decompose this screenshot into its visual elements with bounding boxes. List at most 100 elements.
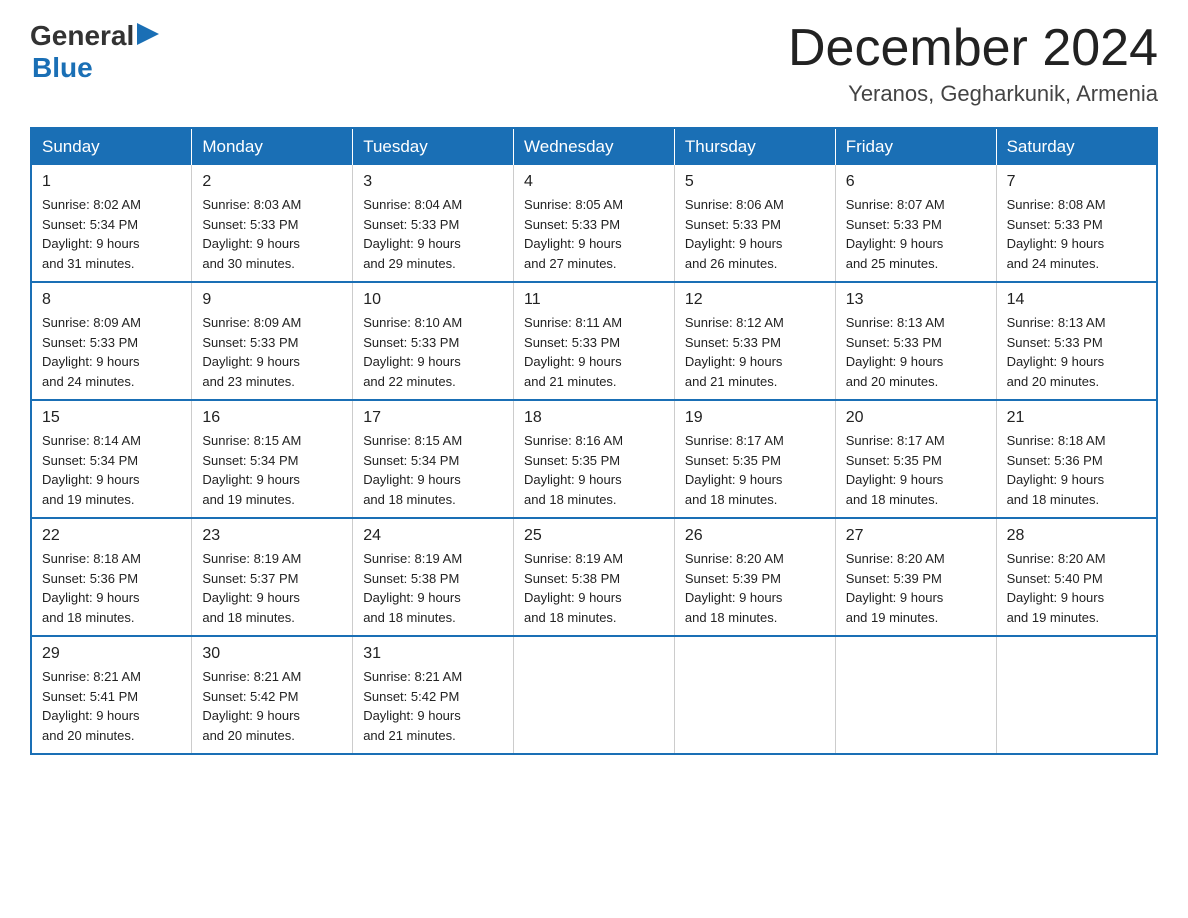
day-info: Sunrise: 8:13 AMSunset: 5:33 PMDaylight:… bbox=[846, 313, 986, 391]
calendar-cell: 1Sunrise: 8:02 AMSunset: 5:34 PMDaylight… bbox=[31, 165, 192, 282]
calendar-week-row: 8 Sunrise: 8:09 AMSunset: 5:33 PMDaylight… bbox=[31, 282, 1157, 400]
calendar-cell: 3 Sunrise: 8:04 AMSunset: 5:33 PMDaylight… bbox=[353, 165, 514, 282]
day-number: 6 bbox=[846, 173, 986, 191]
day-info: Sunrise: 8:04 AMSunset: 5:33 PMDaylight:… bbox=[363, 195, 503, 273]
header-saturday: Saturday bbox=[996, 128, 1157, 165]
calendar-cell bbox=[674, 636, 835, 754]
logo: General Blue bbox=[30, 20, 159, 84]
calendar-cell: 6 Sunrise: 8:07 AMSunset: 5:33 PMDaylight… bbox=[835, 165, 996, 282]
day-info: Sunrise: 8:09 AMSunset: 5:33 PMDaylight:… bbox=[42, 313, 181, 391]
day-info: Sunrise: 8:20 AMSunset: 5:39 PMDaylight:… bbox=[685, 549, 825, 627]
day-number: 29 bbox=[42, 645, 181, 663]
calendar-cell: 13 Sunrise: 8:13 AMSunset: 5:33 PMDayligh… bbox=[835, 282, 996, 400]
calendar-cell: 27Sunrise: 8:20 AMSunset: 5:39 PMDayligh… bbox=[835, 518, 996, 636]
day-info: Sunrise: 8:11 AMSunset: 5:33 PMDaylight:… bbox=[524, 313, 664, 391]
calendar-cell: 23 Sunrise: 8:19 AMSunset: 5:37 PMDayligh… bbox=[192, 518, 353, 636]
calendar-cell: 22 Sunrise: 8:18 AMSunset: 5:36 PMDayligh… bbox=[31, 518, 192, 636]
day-number: 22 bbox=[42, 527, 181, 545]
calendar-week-row: 29 Sunrise: 8:21 AMSunset: 5:41 PMDayligh… bbox=[31, 636, 1157, 754]
day-number: 3 bbox=[363, 173, 503, 191]
day-info: Sunrise: 8:21 AMSunset: 5:41 PMDaylight:… bbox=[42, 667, 181, 745]
day-info: Sunrise: 8:12 AMSunset: 5:33 PMDaylight:… bbox=[685, 313, 825, 391]
header-tuesday: Tuesday bbox=[353, 128, 514, 165]
calendar-cell: 14 Sunrise: 8:13 AMSunset: 5:33 PMDayligh… bbox=[996, 282, 1157, 400]
page-header: General Blue December 2024 Yeranos, Gegh… bbox=[30, 20, 1158, 107]
calendar-cell: 7 Sunrise: 8:08 AMSunset: 5:33 PMDaylight… bbox=[996, 165, 1157, 282]
day-info: Sunrise: 8:21 AMSunset: 5:42 PMDaylight:… bbox=[202, 667, 342, 745]
calendar-cell: 10 Sunrise: 8:10 AMSunset: 5:33 PMDayligh… bbox=[353, 282, 514, 400]
calendar-week-row: 15Sunrise: 8:14 AMSunset: 5:34 PMDayligh… bbox=[31, 400, 1157, 518]
header-friday: Friday bbox=[835, 128, 996, 165]
day-number: 17 bbox=[363, 409, 503, 427]
day-number: 15 bbox=[42, 409, 181, 427]
calendar-cell: 2 Sunrise: 8:03 AMSunset: 5:33 PMDaylight… bbox=[192, 165, 353, 282]
day-info: Sunrise: 8:19 AMSunset: 5:37 PMDaylight:… bbox=[202, 549, 342, 627]
calendar-cell: 18 Sunrise: 8:16 AMSunset: 5:35 PMDayligh… bbox=[514, 400, 675, 518]
day-info: Sunrise: 8:10 AMSunset: 5:33 PMDaylight:… bbox=[363, 313, 503, 391]
calendar-cell: 19Sunrise: 8:17 AMSunset: 5:35 PMDayligh… bbox=[674, 400, 835, 518]
calendar-cell: 12 Sunrise: 8:12 AMSunset: 5:33 PMDayligh… bbox=[674, 282, 835, 400]
day-info: Sunrise: 8:05 AMSunset: 5:33 PMDaylight:… bbox=[524, 195, 664, 273]
location-subtitle: Yeranos, Gegharkunik, Armenia bbox=[788, 81, 1158, 107]
calendar-cell: 26 Sunrise: 8:20 AMSunset: 5:39 PMDayligh… bbox=[674, 518, 835, 636]
day-number: 10 bbox=[363, 291, 503, 309]
day-info: Sunrise: 8:18 AMSunset: 5:36 PMDaylight:… bbox=[1007, 431, 1146, 509]
day-number: 26 bbox=[685, 527, 825, 545]
day-number: 2 bbox=[202, 173, 342, 191]
day-number: 21 bbox=[1007, 409, 1146, 427]
calendar-cell: 9Sunrise: 8:09 AMSunset: 5:33 PMDaylight… bbox=[192, 282, 353, 400]
day-number: 5 bbox=[685, 173, 825, 191]
logo-arrow-icon bbox=[137, 23, 159, 45]
day-info: Sunrise: 8:03 AMSunset: 5:33 PMDaylight:… bbox=[202, 195, 342, 273]
calendar-cell: 25Sunrise: 8:19 AMSunset: 5:38 PMDayligh… bbox=[514, 518, 675, 636]
day-info: Sunrise: 8:17 AMSunset: 5:35 PMDaylight:… bbox=[846, 431, 986, 509]
day-info: Sunrise: 8:08 AMSunset: 5:33 PMDaylight:… bbox=[1007, 195, 1146, 273]
day-number: 14 bbox=[1007, 291, 1146, 309]
calendar-cell: 4 Sunrise: 8:05 AMSunset: 5:33 PMDaylight… bbox=[514, 165, 675, 282]
calendar-cell: 24 Sunrise: 8:19 AMSunset: 5:38 PMDayligh… bbox=[353, 518, 514, 636]
header-thursday: Thursday bbox=[674, 128, 835, 165]
header-wednesday: Wednesday bbox=[514, 128, 675, 165]
day-info: Sunrise: 8:07 AMSunset: 5:33 PMDaylight:… bbox=[846, 195, 986, 273]
day-number: 9 bbox=[202, 291, 342, 309]
calendar-cell bbox=[514, 636, 675, 754]
day-number: 23 bbox=[202, 527, 342, 545]
day-number: 24 bbox=[363, 527, 503, 545]
day-number: 8 bbox=[42, 291, 181, 309]
day-number: 30 bbox=[202, 645, 342, 663]
day-number: 27 bbox=[846, 527, 986, 545]
title-area: December 2024 Yeranos, Gegharkunik, Arme… bbox=[788, 20, 1158, 107]
day-info: Sunrise: 8:17 AMSunset: 5:35 PMDaylight:… bbox=[685, 431, 825, 509]
day-info: Sunrise: 8:13 AMSunset: 5:33 PMDaylight:… bbox=[1007, 313, 1146, 391]
day-info: Sunrise: 8:21 AMSunset: 5:42 PMDaylight:… bbox=[363, 667, 503, 745]
day-info: Sunrise: 8:15 AMSunset: 5:34 PMDaylight:… bbox=[202, 431, 342, 509]
logo-general: General bbox=[30, 20, 134, 52]
header-sunday: Sunday bbox=[31, 128, 192, 165]
calendar-cell: 17 Sunrise: 8:15 AMSunset: 5:34 PMDayligh… bbox=[353, 400, 514, 518]
day-info: Sunrise: 8:19 AMSunset: 5:38 PMDaylight:… bbox=[363, 549, 503, 627]
calendar-cell: 16 Sunrise: 8:15 AMSunset: 5:34 PMDayligh… bbox=[192, 400, 353, 518]
day-number: 7 bbox=[1007, 173, 1146, 191]
day-info: Sunrise: 8:20 AMSunset: 5:40 PMDaylight:… bbox=[1007, 549, 1146, 627]
month-year-title: December 2024 bbox=[788, 20, 1158, 77]
day-number: 4 bbox=[524, 173, 664, 191]
calendar-header-row: SundayMondayTuesdayWednesdayThursdayFrid… bbox=[31, 128, 1157, 165]
calendar-cell: 28Sunrise: 8:20 AMSunset: 5:40 PMDayligh… bbox=[996, 518, 1157, 636]
header-monday: Monday bbox=[192, 128, 353, 165]
day-info: Sunrise: 8:18 AMSunset: 5:36 PMDaylight:… bbox=[42, 549, 181, 627]
logo-blue: Blue bbox=[32, 52, 159, 84]
calendar-week-row: 22 Sunrise: 8:18 AMSunset: 5:36 PMDayligh… bbox=[31, 518, 1157, 636]
day-number: 31 bbox=[363, 645, 503, 663]
calendar-cell: 5Sunrise: 8:06 AMSunset: 5:33 PMDaylight… bbox=[674, 165, 835, 282]
calendar-cell: 20Sunrise: 8:17 AMSunset: 5:35 PMDayligh… bbox=[835, 400, 996, 518]
day-info: Sunrise: 8:16 AMSunset: 5:35 PMDaylight:… bbox=[524, 431, 664, 509]
day-number: 16 bbox=[202, 409, 342, 427]
calendar-table: SundayMondayTuesdayWednesdayThursdayFrid… bbox=[30, 127, 1158, 755]
day-info: Sunrise: 8:15 AMSunset: 5:34 PMDaylight:… bbox=[363, 431, 503, 509]
day-number: 13 bbox=[846, 291, 986, 309]
day-number: 12 bbox=[685, 291, 825, 309]
day-info: Sunrise: 8:19 AMSunset: 5:38 PMDaylight:… bbox=[524, 549, 664, 627]
day-number: 11 bbox=[524, 291, 664, 309]
calendar-cell: 8 Sunrise: 8:09 AMSunset: 5:33 PMDaylight… bbox=[31, 282, 192, 400]
day-number: 18 bbox=[524, 409, 664, 427]
